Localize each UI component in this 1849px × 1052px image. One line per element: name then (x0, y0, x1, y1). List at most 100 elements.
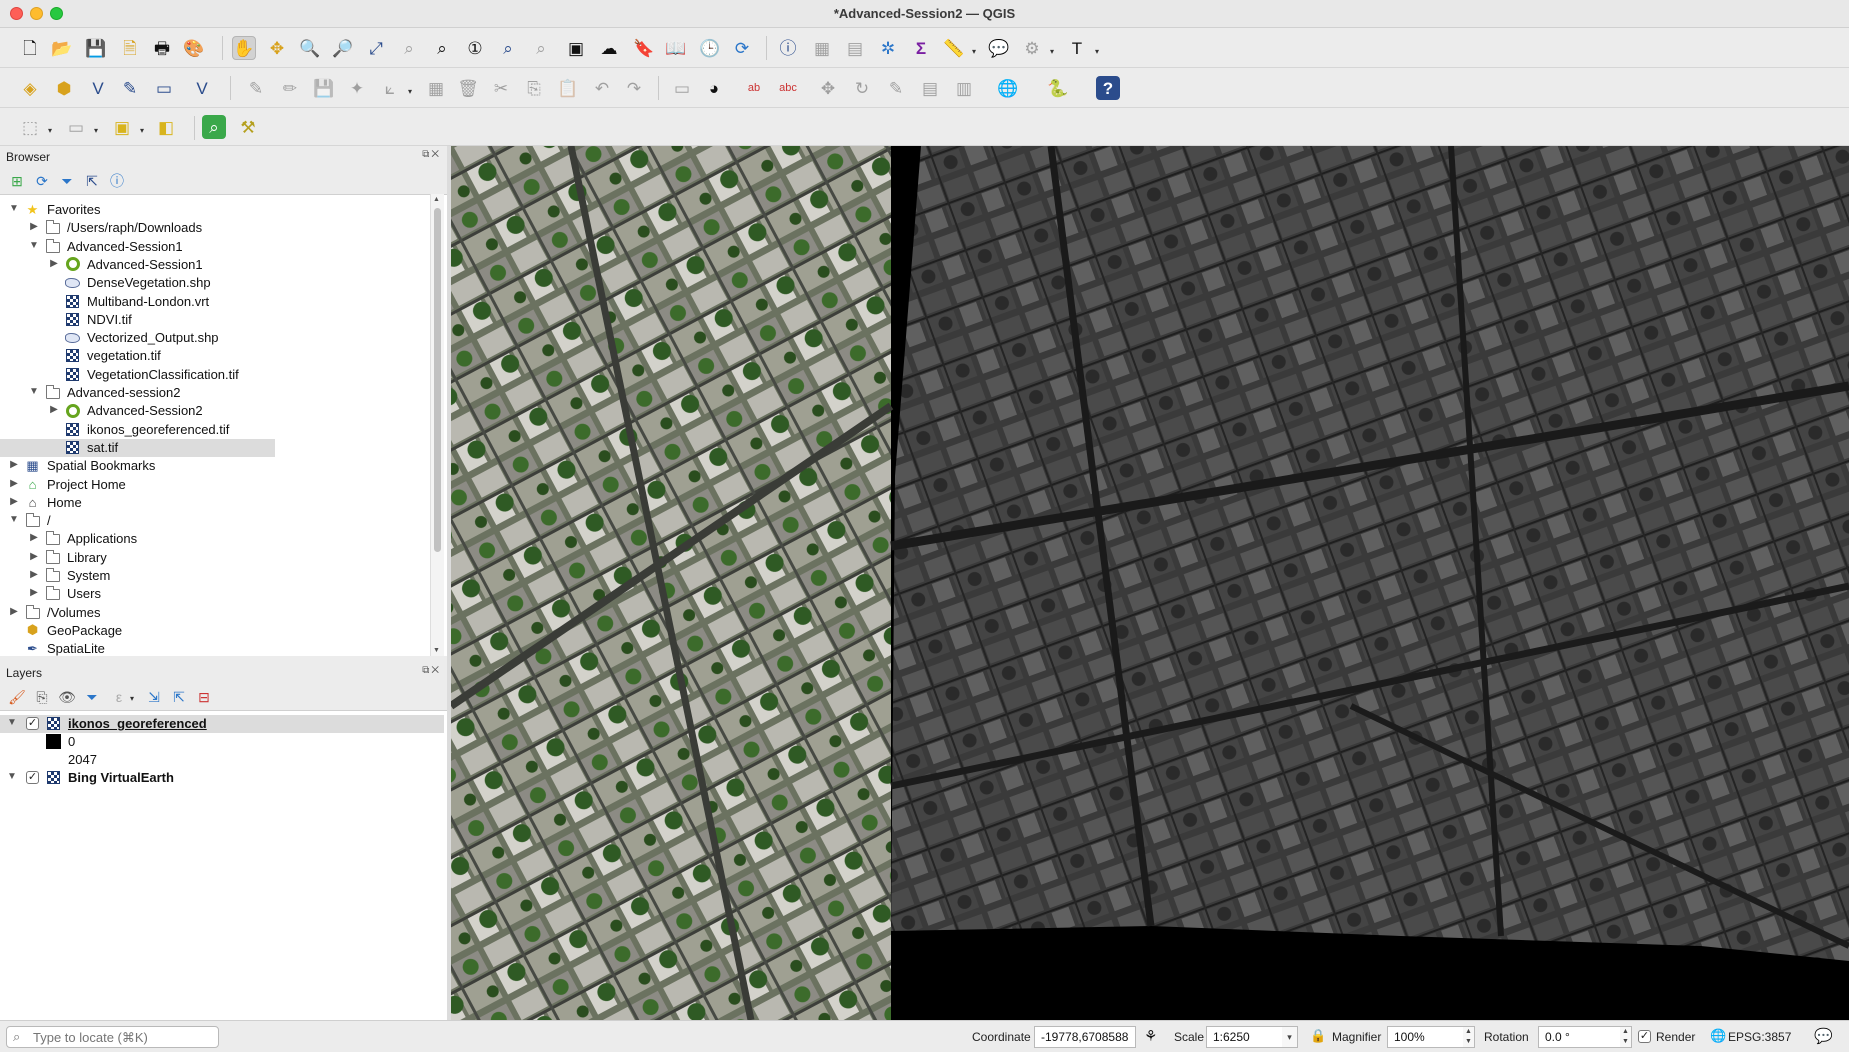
layers-tree[interactable]: ▼ ✓ ikonos_georeferenced 0 2047 ▼ ✓ Bing Virtua… (0, 710, 447, 1020)
filter-browser-icon[interactable]: ⏷ (58, 172, 76, 190)
zoom-next-icon[interactable]: ⌕ (529, 36, 553, 60)
browser-item[interactable]: ⬢ GeoPackage (0, 622, 428, 640)
toggle-extents-icon[interactable]: ⚘ (1144, 1027, 1157, 1045)
style-manager-icon[interactable]: 🎨 (182, 36, 206, 60)
layers-panel-float-close-icons[interactable]: ⧉✕ (422, 665, 441, 676)
zoom-out-icon[interactable]: 🔎 (331, 36, 355, 60)
layer-styling-icon[interactable]: 🖌 (8, 688, 26, 706)
collapse-arrow-icon[interactable]: ▼ (8, 514, 20, 525)
layer-item[interactable]: ▼ ✓ Bing VirtualEarth (0, 769, 444, 787)
new-project-icon[interactable]: 🗋 (18, 36, 42, 60)
expand-arrow-icon[interactable]: ▶ (8, 606, 20, 617)
layer-visibility-checkbox[interactable]: ✓ (26, 717, 39, 730)
filter-by-expression-dropdown-icon[interactable]: ▾ (130, 694, 134, 703)
scale-dropdown-icon[interactable]: ▾ (1282, 1026, 1298, 1048)
crs-label[interactable]: EPSG:3857 (1728, 1030, 1791, 1044)
delete-selected-icon[interactable]: 🗑 (456, 76, 480, 100)
interpolation-icon[interactable]: ⚒ (236, 115, 260, 139)
text-annotation-dropdown-icon[interactable]: ▾ (1095, 47, 1099, 56)
browser-refresh-icon[interactable]: ⟳ (33, 172, 51, 190)
browser-item[interactable]: ▶ /Volumes (0, 604, 428, 622)
collapse-all-icon[interactable]: ⇱ (83, 172, 101, 190)
select-by-value-icon[interactable]: ◧ (154, 115, 178, 139)
label-toolbar-icon[interactable]: ▭ (670, 76, 694, 100)
refresh-icon[interactable]: ⟳ (730, 36, 754, 60)
pan-to-selection-icon[interactable]: ✥ (265, 36, 289, 60)
browser-item[interactable]: ▶ Users (0, 585, 428, 603)
browser-item[interactable]: ▶ ⌂ Home (0, 494, 428, 512)
pin-labels-icon[interactable]: ab (742, 76, 766, 100)
browser-scrollbar[interactable]: ▲ ▼ (430, 194, 444, 656)
pan-icon[interactable]: ✋ (232, 36, 256, 60)
browser-item[interactable]: Multiband-London.vrt (0, 293, 428, 311)
collapse-all-layers-icon[interactable]: ⇱ (170, 688, 188, 706)
browser-item[interactable]: ikonos_georeferenced.tif (0, 421, 428, 439)
data-source-manager-icon[interactable]: ◈ (18, 76, 42, 100)
browser-item[interactable]: ▼ ★ Favorites (0, 201, 428, 219)
expand-arrow-icon[interactable]: ▶ (48, 404, 60, 415)
new-bookmark-icon[interactable]: 🔖 (632, 36, 656, 60)
select-location-dropdown-icon[interactable]: ▾ (1050, 47, 1054, 56)
processing-toolbox-icon[interactable]: ⌕ (202, 115, 226, 139)
magnifier-spinner[interactable]: ▲ ▼ (1463, 1026, 1475, 1048)
attribute-table-icon[interactable]: ▦ (810, 36, 834, 60)
text-annotation-icon[interactable]: T (1065, 36, 1089, 60)
vertex-tool-icon[interactable]: ⟀ (378, 76, 402, 100)
expand-arrow-icon[interactable]: ▶ (8, 496, 20, 507)
rotation-field[interactable]: 0.0 ° (1538, 1026, 1624, 1048)
label-settings-icon[interactable]: ▥ (952, 76, 976, 100)
current-edits-icon[interactable]: ✏ (278, 76, 302, 100)
layer-diagram-icon[interactable]: ◕ (702, 76, 726, 100)
measure-dropdown-icon[interactable]: ▾ (972, 47, 976, 56)
browser-item[interactable]: ▶ Library (0, 549, 428, 567)
new-shapefile-layer-icon[interactable]: V (86, 76, 110, 100)
add-group-icon[interactable]: ⎘ (33, 688, 51, 706)
expand-arrow-icon[interactable]: ▶ (8, 478, 20, 489)
zoom-in-icon[interactable]: 🔍 (298, 36, 322, 60)
browser-item[interactable]: sat.tif (0, 438, 275, 457)
messages-icon[interactable]: 💬 (1814, 1027, 1833, 1045)
print-layout-icon[interactable]: 🖶 (150, 36, 174, 60)
browser-item[interactable]: vegetation.tif (0, 347, 428, 365)
settings-icon[interactable]: ✲ (876, 36, 900, 60)
zoom-selection-icon[interactable]: ⌕ (397, 36, 421, 60)
expand-arrow-icon[interactable]: ▶ (28, 532, 40, 543)
coordinate-field[interactable]: -19778,6708588 (1034, 1026, 1136, 1048)
select-by-expression-icon[interactable]: ▣ (110, 115, 134, 139)
zoom-native-icon[interactable]: ① (463, 36, 487, 60)
layer-item[interactable]: ▼ ✓ ikonos_georeferenced (0, 715, 444, 733)
select-features-dropdown-icon[interactable]: ▾ (48, 126, 52, 135)
filter-by-expression-icon[interactable]: ε (110, 688, 128, 706)
undo-icon[interactable]: ↶ (590, 76, 614, 100)
locator-input[interactable] (33, 1029, 213, 1045)
browser-item[interactable]: ▶ ⌂ Project Home (0, 476, 428, 494)
modify-attributes-icon[interactable]: ▦ (424, 76, 448, 100)
crs-globe-icon[interactable]: 🌐 (1710, 1028, 1726, 1044)
layer-visibility-checkbox[interactable]: ✓ (26, 771, 39, 784)
show-bookmarks-icon[interactable]: 📖 (664, 36, 688, 60)
lock-scale-icon[interactable]: 🔒 (1310, 1028, 1326, 1044)
new-virtual-layer-icon[interactable]: V (190, 76, 214, 100)
python-console-icon[interactable]: 🐍 (1046, 76, 1070, 100)
new-3d-view-icon[interactable]: ☁ (597, 36, 621, 60)
show-labels-icon[interactable]: abc (776, 76, 800, 100)
deselect-all-icon[interactable]: ▭ (64, 115, 88, 139)
zoom-last-icon[interactable]: ⌕ (496, 36, 520, 60)
save-edits-icon[interactable]: 💾 (312, 76, 336, 100)
expand-arrow-icon[interactable]: ▶ (28, 221, 40, 232)
change-label-icon[interactable]: ✎ (884, 76, 908, 100)
map-tips-icon[interactable]: 💬 (987, 36, 1011, 60)
rotate-label-icon[interactable]: ↻ (850, 76, 874, 100)
browser-item[interactable]: ▶ System (0, 567, 428, 585)
render-checkbox[interactable]: ✓ (1638, 1030, 1651, 1043)
zoom-layer-icon[interactable]: ⌕ (430, 36, 454, 60)
browser-item[interactable]: ▶ Advanced-Session2 (0, 402, 428, 420)
move-label-icon[interactable]: ✥ (816, 76, 840, 100)
browser-item[interactable]: ▼ Advanced-Session1 (0, 238, 428, 256)
browser-tree[interactable]: ▼ ★ Favorites ▶ /Users/raph/Downloads ▼ Advanc… (0, 194, 447, 656)
browser-item[interactable]: DenseVegetation.shp (0, 274, 428, 292)
measure-icon[interactable]: 📏 (942, 36, 966, 60)
collapse-arrow-icon[interactable]: ▼ (6, 771, 18, 782)
browser-item[interactable]: ▶ /Users/raph/Downloads (0, 219, 428, 237)
expand-arrow-icon[interactable]: ▶ (28, 551, 40, 562)
